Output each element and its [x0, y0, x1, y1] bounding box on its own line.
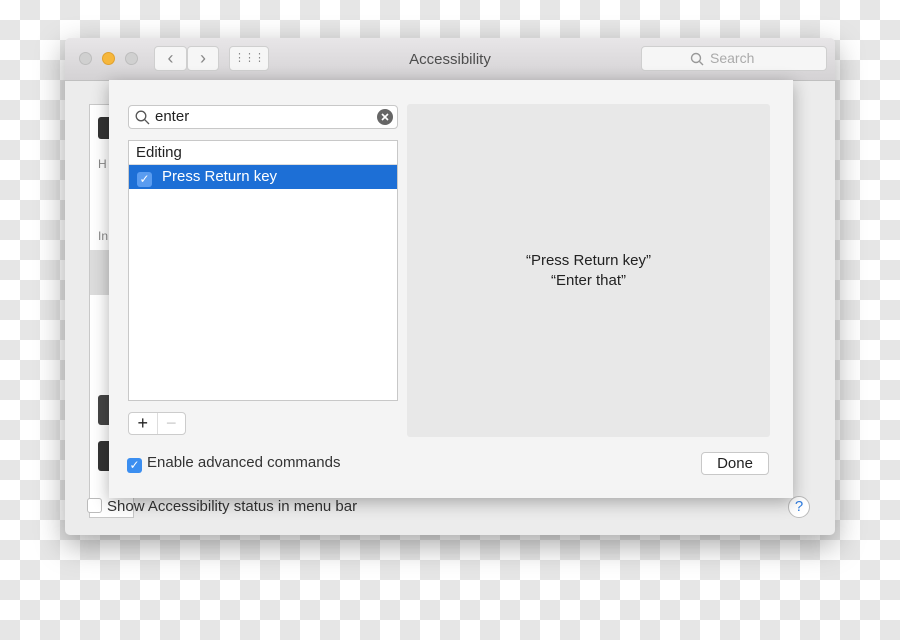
done-button[interactable]: Done [701, 452, 769, 475]
title-bar: ‹ › ⋮⋮⋮ Accessibility Search [65, 38, 835, 81]
add-button[interactable]: + [129, 413, 158, 434]
clear-search-icon[interactable] [377, 109, 393, 125]
checkbox-icon[interactable] [87, 498, 102, 513]
show-status-checkbox[interactable]: Show Accessibility status in menu bar [87, 498, 357, 515]
list-item[interactable]: ✓ Press Return key [129, 165, 397, 189]
command-detail-panel: “Press Return key” “Enter that” [407, 104, 770, 437]
sidebar-label: In [98, 229, 109, 243]
checkbox-label: Show Accessibility status in menu bar [107, 498, 358, 515]
remove-button[interactable]: − [158, 413, 186, 434]
group-header: Editing [129, 141, 397, 165]
commands-list[interactable]: Editing ✓ Press Return key [128, 140, 398, 401]
search-icon [690, 52, 704, 66]
search-placeholder: Search [710, 50, 755, 66]
search-field[interactable]: Search [641, 46, 827, 71]
detail-line: “Press Return key” [525, 251, 652, 269]
search-icon [135, 110, 150, 125]
checkmark-icon[interactable]: ✓ [137, 172, 152, 187]
detail-line: “Enter that” [550, 271, 627, 289]
enable-advanced-checkbox[interactable]: ✓ Enable advanced commands [127, 454, 340, 473]
add-remove-control: + − [128, 412, 186, 435]
help-button[interactable]: ? [788, 496, 810, 518]
sidebar-label: H [98, 157, 107, 171]
commands-sheet: enter Editing ✓ Press Return key + − “Pre… [109, 80, 793, 498]
checkbox-label: Enable advanced commands [147, 454, 341, 471]
search-value: enter [155, 108, 190, 125]
checkmark-icon[interactable]: ✓ [127, 458, 142, 473]
commands-search-input[interactable]: enter [128, 105, 398, 129]
item-label: Press Return key [162, 168, 278, 185]
